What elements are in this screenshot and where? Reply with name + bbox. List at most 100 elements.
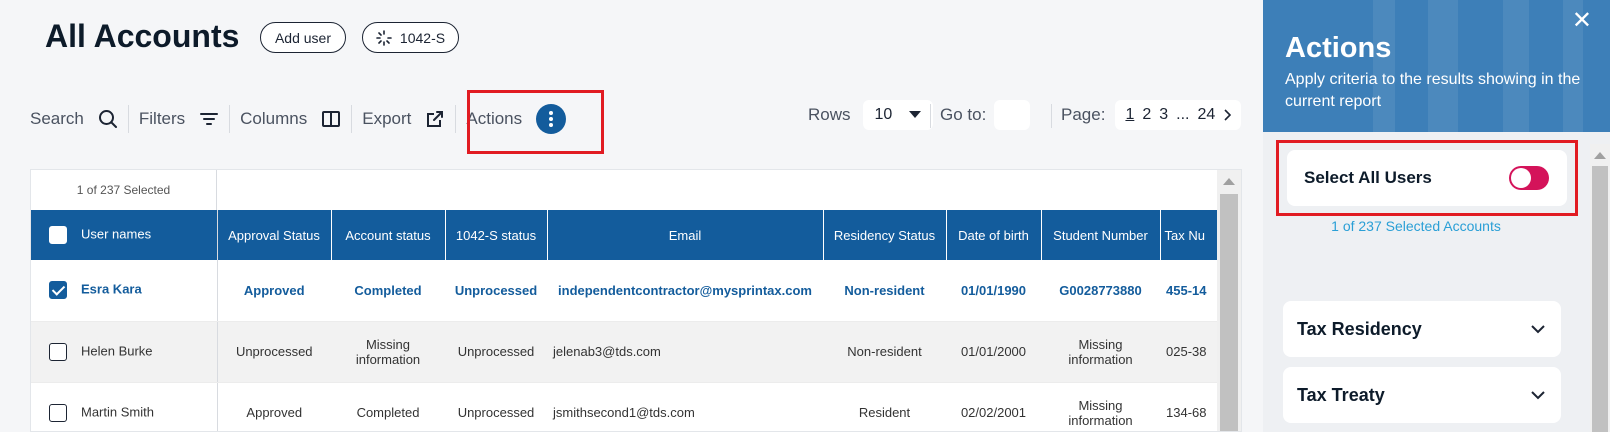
chevron-down-icon (1531, 324, 1545, 333)
form-1042s-label: 1042-S (399, 29, 446, 46)
chevron-down-icon (1531, 390, 1545, 399)
actions-highlight (467, 90, 604, 154)
filters-button[interactable]: Filters (129, 104, 229, 134)
user-name: Esra Kara (81, 281, 142, 297)
col-date-of-birth[interactable]: Date of birth (946, 210, 1042, 260)
page-link-3[interactable]: 3 (1159, 106, 1168, 124)
panel-subtitle: Apply criteria to the results showing in… (1285, 71, 1581, 110)
divider (930, 104, 931, 128)
cell-tax-number: 134-68 (1160, 382, 1219, 431)
goto-label: Go to: (940, 105, 987, 124)
col-tax-number[interactable]: Tax Nu (1160, 210, 1220, 260)
cell-dob: 02/02/2001 (946, 382, 1041, 431)
rows-select[interactable]: 10 (862, 100, 933, 130)
select-all-row: Select All Users (1287, 150, 1567, 206)
panel-header: Actions Apply criteria to the results sh… (1263, 0, 1610, 132)
cell-user-name: Helen Burke (31, 321, 218, 383)
cell-account: Completed (331, 260, 445, 322)
chevron-right-icon[interactable] (1223, 109, 1232, 121)
form-1042s-button[interactable]: 1042-S (362, 22, 459, 53)
col-residency-status[interactable]: Residency Status (823, 210, 947, 260)
cell-1042s: Unprocessed (445, 260, 547, 322)
cell-email: jsmithsecond1@tds.com (547, 382, 823, 431)
panel-scrollbar[interactable] (1590, 144, 1610, 432)
col-account-status[interactable]: Account status (331, 210, 446, 260)
caret-down-icon (908, 111, 921, 118)
page-link-2[interactable]: 2 (1142, 106, 1151, 124)
rows-control: Rows 10 (808, 100, 933, 130)
select-all-label: Select All Users (1304, 168, 1432, 187)
actions-panel: Actions Apply criteria to the results sh… (1263, 0, 1610, 432)
cell-residency: Non-resident (823, 321, 946, 383)
rows-value: 10 (874, 106, 893, 123)
user-name: Helen Burke (81, 342, 153, 358)
page-label: Page: (1061, 105, 1106, 124)
accounts-grid: User names Approval Status Account statu… (31, 210, 1220, 431)
search-button[interactable]: Search (30, 104, 128, 134)
cell-approval: Unprocessed (217, 321, 331, 383)
selection-count: 1 of 237 Selected (31, 170, 217, 210)
accordion-tax-residency[interactable]: Tax Residency (1283, 301, 1561, 357)
external-link-icon (427, 111, 444, 127)
cell-dob: 01/01/2000 (946, 321, 1041, 383)
col-student-number[interactable]: Student Number (1041, 210, 1161, 260)
table-scrollbar[interactable] (1217, 170, 1241, 431)
loading-icon (376, 29, 392, 46)
goto-control: Go to: (940, 100, 1031, 130)
columns-icon (322, 111, 341, 127)
table-row[interactable]: Martin Smith Approved Completed Unproces… (31, 382, 1219, 431)
col-1042s-status[interactable]: 1042-S status (445, 210, 548, 260)
rows-label: Rows (808, 105, 851, 124)
col-user-names[interactable]: User names (31, 210, 218, 260)
cell-1042s: Unprocessed (445, 321, 547, 383)
table-row[interactable]: Helen Burke Unprocessed Missing informat… (31, 321, 1219, 383)
filters-label: Filters (138, 109, 186, 128)
search-label: Search (30, 109, 84, 128)
cell-approval: Approved (217, 382, 331, 431)
columns-button[interactable]: Columns (230, 104, 351, 134)
page-link-24[interactable]: 24 (1198, 106, 1216, 124)
cell-user-name: Esra Kara (31, 260, 218, 322)
select-all-toggle[interactable] (1509, 166, 1549, 190)
goto-input[interactable] (994, 100, 1031, 130)
cell-student-number: Missing information (1041, 382, 1160, 431)
scroll-up-arrow-icon[interactable] (1594, 152, 1606, 159)
accordion-label: Tax Treaty (1297, 384, 1385, 405)
row-checkbox[interactable] (49, 403, 67, 422)
header-row: User names Approval Status Account statu… (31, 210, 1220, 260)
cell-student-number: Missing information (1041, 321, 1160, 383)
scroll-up-arrow-icon[interactable] (1223, 178, 1235, 185)
user-name: Martin Smith (81, 403, 154, 419)
row-checkbox[interactable] (49, 281, 67, 300)
export-label: Export (362, 109, 412, 128)
col-approval-status[interactable]: Approval Status (217, 210, 332, 260)
accordion-label: Tax Residency (1297, 318, 1422, 339)
cell-user-name: Martin Smith (31, 382, 218, 431)
scrollbar-thumb[interactable] (1592, 166, 1608, 432)
selected-accounts-link[interactable]: 1 of 237 Selected Accounts (1263, 218, 1569, 234)
cell-dob: 01/01/1990 (946, 260, 1041, 322)
add-user-button[interactable]: Add user (260, 22, 346, 53)
cell-tax-number: 455-14 (1160, 260, 1219, 322)
accordion-tax-treaty[interactable]: Tax Treaty (1283, 367, 1561, 423)
scrollbar-thumb[interactable] (1220, 194, 1238, 431)
cell-student-number: G0028773880 (1041, 260, 1160, 322)
cell-email: independentcontractor@mysprintax.com (547, 260, 823, 322)
cell-tax-number: 025-38 (1160, 321, 1219, 383)
row-checkbox[interactable] (49, 342, 67, 361)
divider (1051, 104, 1052, 128)
col-email[interactable]: Email (547, 210, 824, 260)
cell-residency: Non-resident (823, 260, 946, 322)
export-button[interactable]: Export (352, 104, 455, 134)
cell-account: Completed (331, 382, 445, 431)
page-link-1[interactable]: 1 (1125, 106, 1134, 124)
table-row[interactable]: Esra Kara Approved Completed Unprocessed… (31, 260, 1219, 322)
page-title: All Accounts (45, 18, 240, 54)
page-ellipsis: ... (1176, 106, 1190, 123)
cell-approval: Approved (217, 260, 331, 322)
close-icon[interactable]: ✕ (1572, 6, 1592, 35)
page-selector: 1 2 3 ... 24 (1115, 100, 1242, 130)
cell-residency: Resident (823, 382, 946, 431)
cell-email: jelenab3@tds.com (547, 321, 823, 383)
select-all-checkbox[interactable] (49, 226, 67, 244)
